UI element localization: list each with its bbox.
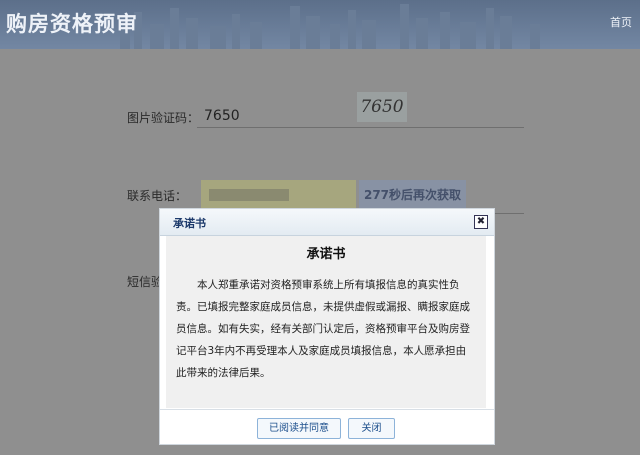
header-bar: 购房资格预审 首页 <box>0 0 640 49</box>
sms-code-label: 短信验 <box>127 275 164 289</box>
agree-button[interactable]: 已阅读并同意 <box>257 418 341 439</box>
commitment-dialog: 承诺书 ✖ 承诺书 本人郑重承诺对资格预审系统上所有填报信息的真实性负责。已填报… <box>159 208 495 445</box>
commitment-text: 本人郑重承诺对资格预审系统上所有填报信息的真实性负责。已填报完整家庭成员信息，未… <box>176 279 470 379</box>
site-title: 购房资格预审 <box>6 12 138 36</box>
phone-masked-value <box>209 189 289 201</box>
dialog-title: 承诺书 <box>173 217 206 230</box>
dialog-body: 承诺书 本人郑重承诺对资格预审系统上所有填报信息的真实性负责。已填报完整家庭成员… <box>166 236 486 408</box>
phone-input[interactable] <box>201 180 356 210</box>
sms-resend-button[interactable]: 277秒后再次获取 <box>359 180 466 210</box>
close-icon[interactable]: ✖ <box>474 215 488 229</box>
dialog-footer: 已阅读并同意 关闭 <box>160 409 494 445</box>
captcha-underline <box>197 127 524 128</box>
captcha-input[interactable]: 7650 <box>204 108 240 124</box>
captcha-image[interactable]: 7650 <box>357 92 407 122</box>
document-title: 承诺书 <box>306 247 346 262</box>
close-button[interactable]: 关闭 <box>348 418 395 439</box>
home-link[interactable]: 首页 <box>610 14 632 30</box>
dialog-header: 承诺书 ✖ <box>160 209 494 236</box>
captcha-label: 图片验证码： <box>127 111 200 125</box>
phone-label: 联系电话： <box>127 189 188 203</box>
